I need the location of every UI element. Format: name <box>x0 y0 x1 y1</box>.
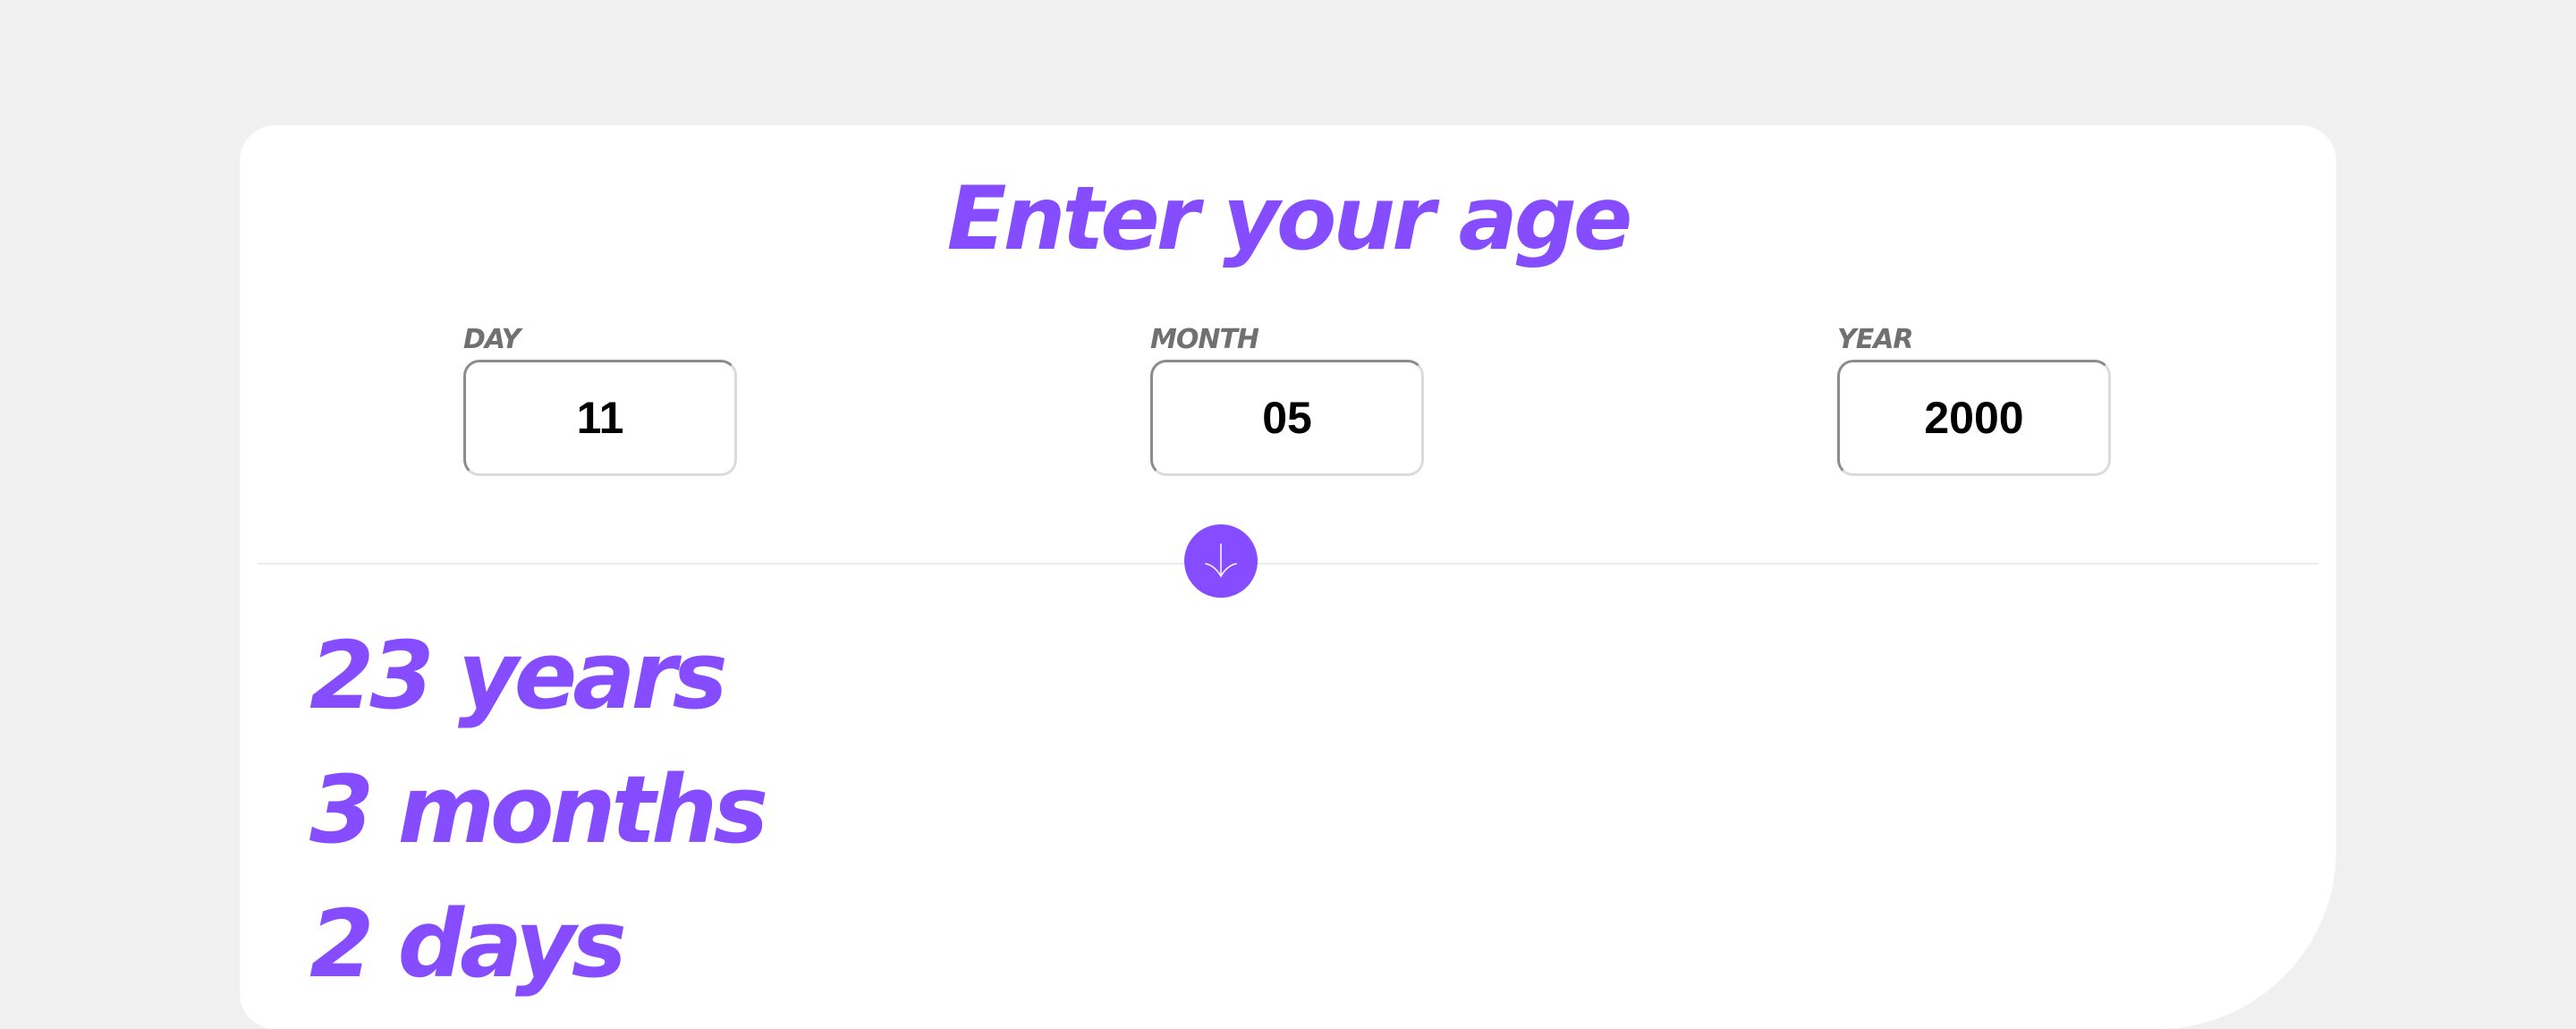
result-years: 23 years <box>309 608 764 743</box>
divider <box>258 563 2318 565</box>
months-unit: months <box>397 755 769 864</box>
month-field: MONTH <box>1150 324 1424 476</box>
day-field: DAY <box>463 324 737 476</box>
year-field: YEAR <box>1837 324 2111 476</box>
months-value: 3 <box>309 755 374 864</box>
arrow-down-icon <box>1205 543 1237 578</box>
day-input[interactable] <box>463 360 737 476</box>
month-input[interactable] <box>1150 360 1424 476</box>
age-calculator-card: Enter your age DAY MONTH YEAR 23 years 3… <box>240 125 2336 1029</box>
year-label: YEAR <box>1837 324 1914 355</box>
result-months: 3 months <box>309 743 769 877</box>
calculate-button[interactable] <box>1184 524 1258 598</box>
days-unit: days <box>397 889 627 999</box>
page-title: Enter your age <box>946 168 1633 270</box>
month-label: MONTH <box>1150 324 1259 355</box>
results: 23 years 3 months 2 days <box>309 608 769 1011</box>
days-value: 2 <box>309 889 374 999</box>
years-value: 23 <box>309 621 435 730</box>
result-days: 2 days <box>309 877 764 1011</box>
day-label: DAY <box>463 324 521 355</box>
year-input[interactable] <box>1837 360 2111 476</box>
years-unit: years <box>457 621 728 730</box>
